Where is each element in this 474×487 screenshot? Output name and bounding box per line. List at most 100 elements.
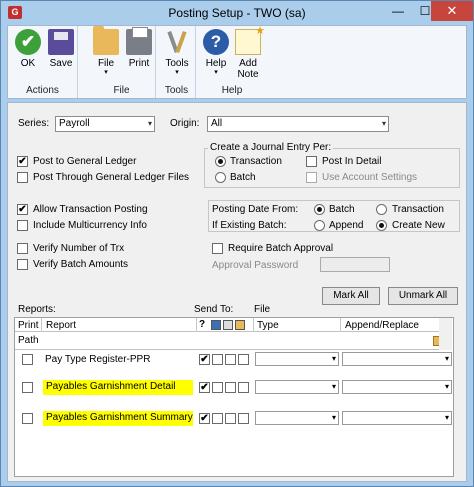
- verify-batch-amounts-checkbox[interactable]: [17, 259, 28, 270]
- chevron-down-icon: ▾: [331, 354, 336, 363]
- print-button[interactable]: Print: [123, 27, 155, 69]
- help-menu-button[interactable]: ? Help ▾: [200, 29, 232, 77]
- append-replace-dropdown-row-3[interactable]: ▾: [342, 411, 452, 425]
- chevron-down-icon: ▾: [444, 382, 449, 391]
- post-in-detail-checkbox[interactable]: [306, 156, 317, 167]
- send-printer-checkbox-row-1[interactable]: [212, 354, 223, 365]
- post-through-gl-checkbox[interactable]: [17, 172, 28, 183]
- existing-append-radio[interactable]: [314, 220, 325, 231]
- journal-batch-radio[interactable]: [215, 172, 226, 183]
- include-multicurrency-checkbox[interactable]: [17, 220, 28, 231]
- col-report-header: Report: [46, 320, 77, 331]
- mark-all-button[interactable]: Mark All: [322, 287, 380, 305]
- append-replace-dropdown-row-2[interactable]: ▾: [342, 380, 452, 394]
- ribbon-group-label-file: File: [113, 85, 130, 96]
- col-help-header: ?: [199, 319, 206, 330]
- print-checkbox-row-1[interactable]: [22, 354, 33, 365]
- series-dropdown[interactable]: Payroll ▾: [55, 116, 155, 132]
- send-email-checkbox-row-2[interactable]: [238, 382, 249, 393]
- chevron-down-icon: ▾: [444, 413, 449, 422]
- file-type-dropdown-row-1[interactable]: ▾: [255, 352, 339, 366]
- post-to-gl-checkbox[interactable]: ✔: [17, 156, 28, 167]
- file-type-dropdown-row-2[interactable]: ▾: [255, 380, 339, 394]
- form-panel: Series: Payroll ▾ Origin: All ▾ Create a…: [7, 102, 467, 482]
- file-menu-button[interactable]: File ▾: [90, 26, 122, 77]
- send-printer-checkbox-row-3[interactable]: [212, 413, 223, 424]
- send-file-checkbox-row-3[interactable]: [225, 413, 236, 424]
- minimize-button[interactable]: —: [385, 1, 411, 21]
- post-through-gl-label: Post Through General Ledger Files: [33, 172, 190, 183]
- chevron-down-icon: ▾: [175, 69, 179, 76]
- file-label: File: [254, 304, 271, 315]
- chevron-down-icon: ▾: [331, 382, 336, 391]
- add-note-button-label: Add Note: [237, 58, 259, 80]
- title-bar: G Posting Setup - TWO (sa) — ☐ ✕: [1, 1, 473, 25]
- origin-label: Origin:: [170, 118, 200, 129]
- save-button[interactable]: Save: [45, 29, 77, 69]
- chevron-down-icon: ▾: [214, 69, 218, 76]
- existing-create-new-label: Create New: [392, 220, 445, 231]
- send-email-checkbox-row-1[interactable]: [238, 354, 249, 365]
- existing-append-label: Append: [329, 220, 364, 231]
- ribbon-group-label-actions: Actions: [26, 85, 59, 96]
- unmark-all-button[interactable]: Unmark All: [388, 287, 458, 305]
- send-email-checkbox-row-3[interactable]: [238, 413, 249, 424]
- origin-value: All: [211, 118, 223, 129]
- file-button-label: File: [97, 58, 115, 69]
- ribbon-group-actions: ✔ OK Save Actions: [8, 26, 78, 98]
- chevron-down-icon: ▾: [381, 119, 386, 128]
- ribbon-group-label-help: Help: [221, 85, 243, 96]
- tools-button-label: Tools: [165, 58, 189, 69]
- report-name-row-2: Payables Garnishment Detail: [43, 380, 193, 395]
- file-type-dropdown-row-3[interactable]: ▾: [255, 411, 339, 425]
- chevron-down-icon: ▾: [104, 69, 108, 76]
- help-icon: ?: [203, 29, 229, 55]
- col-append-replace-header: Append/Replace: [345, 320, 419, 331]
- allow-transaction-posting-checkbox[interactable]: ✔: [17, 204, 28, 215]
- verify-number-of-trx-checkbox[interactable]: [17, 243, 28, 254]
- series-label: Series:: [18, 118, 50, 129]
- posting-setup-window: G Posting Setup - TWO (sa) — ☐ ✕ ✔ OK Sa…: [0, 0, 474, 487]
- send-screen-checkbox-row-1[interactable]: ✔: [199, 354, 210, 365]
- append-replace-dropdown-row-1[interactable]: ▾: [342, 352, 452, 366]
- col-print-header: Print: [18, 320, 39, 331]
- reports-grid: Print Report ? Type Append/Replace Path …: [14, 317, 454, 477]
- send-screen-checkbox-row-2[interactable]: ✔: [199, 382, 210, 393]
- posting-date-batch-radio[interactable]: [314, 204, 325, 215]
- ok-button[interactable]: ✔ OK: [12, 29, 44, 69]
- grid-header: Print Report ? Type Append/Replace: [15, 318, 441, 332]
- journal-transaction-radio[interactable]: [215, 156, 226, 167]
- journal-transaction-label: Transaction: [230, 156, 282, 167]
- send-file-checkbox-row-1[interactable]: [225, 354, 236, 365]
- grid-expand-scroll[interactable]: [439, 318, 452, 350]
- approval-password-label: Approval Password: [212, 260, 299, 271]
- folder-icon: [93, 26, 119, 55]
- ribbon-group-tools: Tools ▾ Tools: [158, 26, 196, 98]
- ribbon-group-help: ? Help ▾ Add Note Help: [198, 24, 266, 98]
- add-note-button[interactable]: Add Note: [232, 24, 265, 80]
- posting-date-batch-label: Batch: [329, 204, 355, 215]
- send-to-label: Send To:: [194, 304, 234, 315]
- send-printer-checkbox-row-2[interactable]: [212, 382, 223, 393]
- send-screen-checkbox-row-3[interactable]: ✔: [199, 413, 210, 424]
- tools-menu-button[interactable]: Tools ▾: [161, 29, 193, 77]
- help-button-label: Help: [205, 58, 227, 69]
- save-button-label: Save: [49, 58, 73, 69]
- use-account-settings-checkbox[interactable]: [306, 172, 317, 183]
- ribbon: ✔ OK Save Actions File ▾ Print File Tool…: [7, 24, 467, 99]
- approval-password-field[interactable]: [320, 257, 390, 272]
- close-button[interactable]: ✕: [431, 1, 473, 21]
- tools-icon: [164, 29, 190, 55]
- ok-button-label: OK: [20, 58, 36, 69]
- existing-create-new-radio[interactable]: [376, 220, 387, 231]
- reports-label: Reports:: [18, 304, 56, 315]
- print-checkbox-row-2[interactable]: [22, 382, 33, 393]
- report-name-row-3: Payables Garnishment Summary: [43, 411, 193, 426]
- require-batch-approval-checkbox[interactable]: [212, 243, 223, 254]
- print-checkbox-row-3[interactable]: [22, 413, 33, 424]
- origin-dropdown[interactable]: All ▾: [207, 116, 389, 132]
- ok-check-icon: ✔: [15, 29, 41, 55]
- send-file-checkbox-row-2[interactable]: [225, 382, 236, 393]
- posting-date-transaction-radio[interactable]: [376, 204, 387, 215]
- print-button-label: Print: [128, 58, 150, 69]
